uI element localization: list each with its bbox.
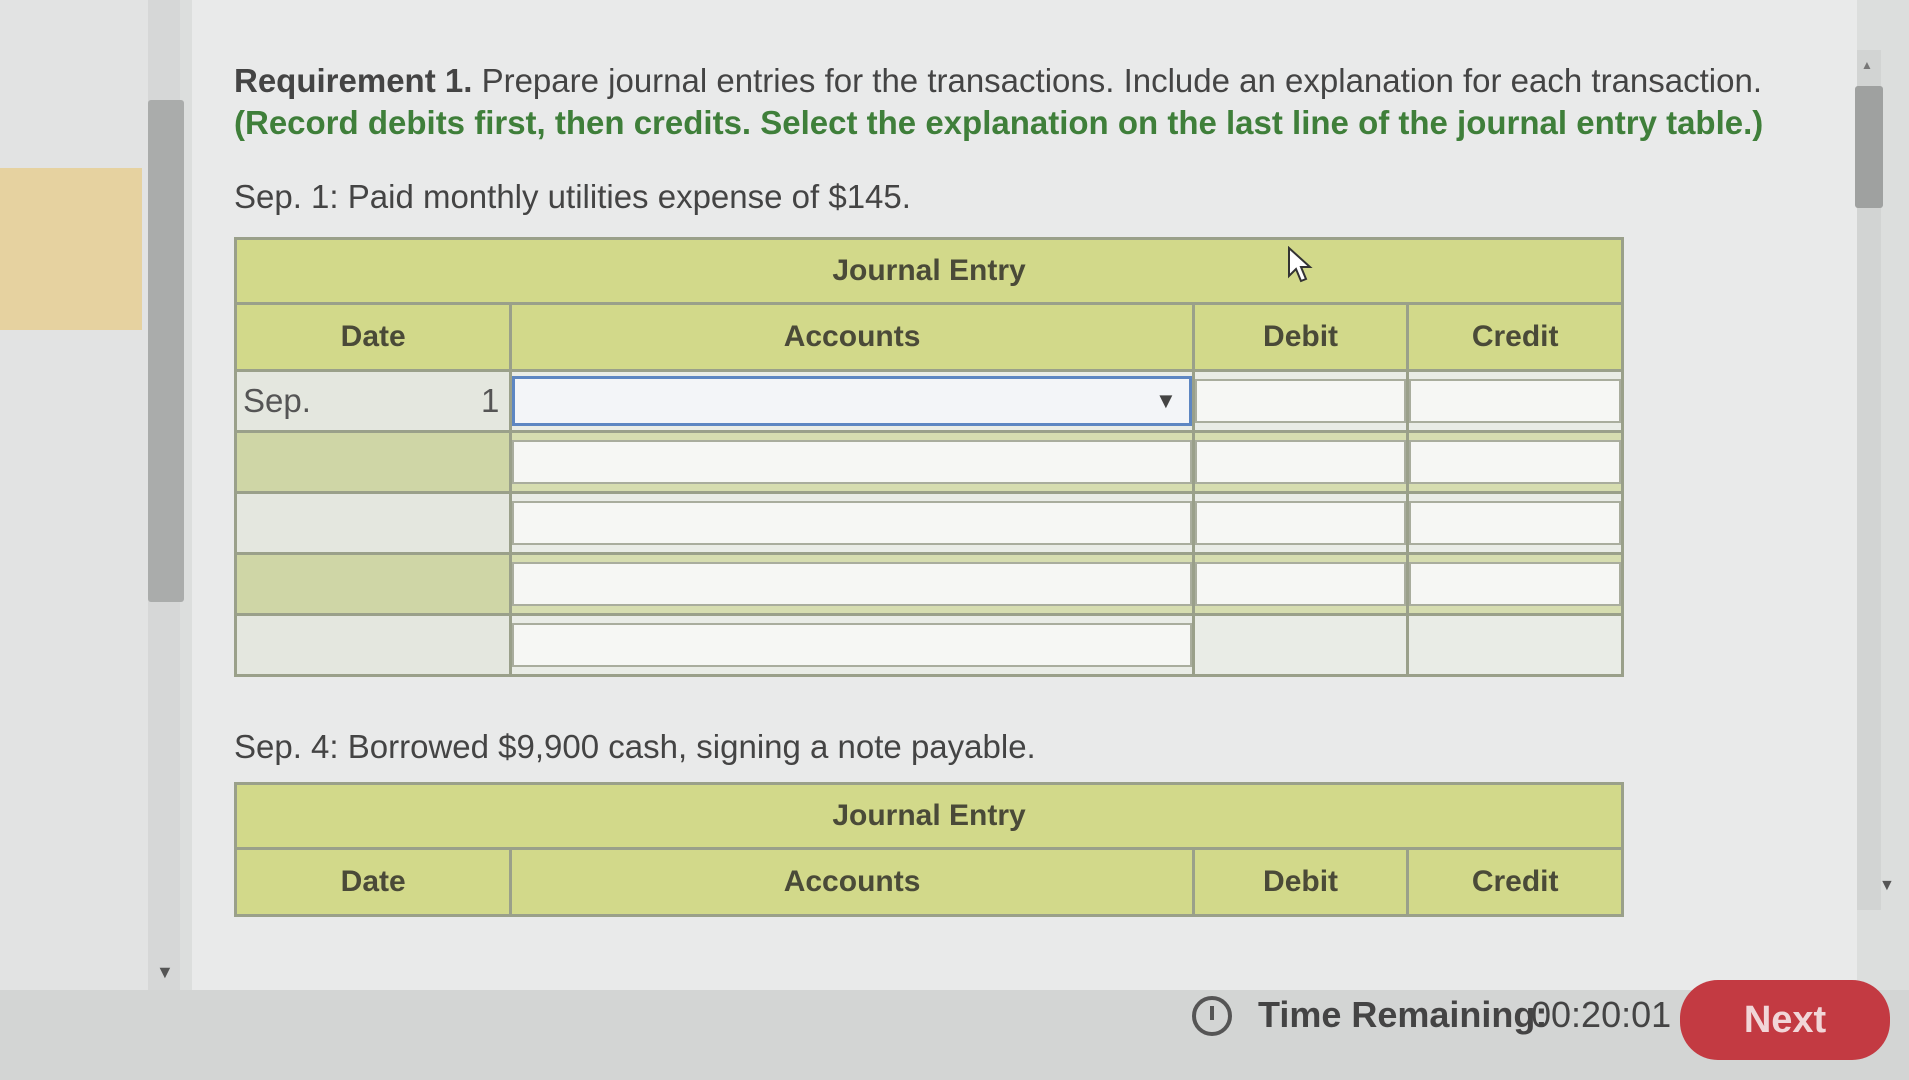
- date-header: Date: [233, 302, 513, 372]
- debit-input[interactable]: [1194, 562, 1407, 606]
- left-highlight: [0, 168, 142, 330]
- empty-cell: [1406, 613, 1624, 677]
- date-cell: [233, 491, 513, 555]
- credit-input[interactable]: [1409, 562, 1621, 606]
- accounts-header: Accounts: [509, 847, 1195, 917]
- next-button[interactable]: Next: [1680, 980, 1890, 1060]
- scroll-down-icon[interactable]: ▼: [156, 962, 174, 983]
- table-row: [233, 491, 1624, 555]
- debit-input[interactable]: [1194, 501, 1407, 545]
- left-gutter: [0, 0, 148, 1000]
- credit-header: Credit: [1406, 302, 1624, 372]
- requirement-instruction: (Record debits first, then credits. Sele…: [234, 104, 1764, 141]
- transaction-prompt: Sep. 4: Borrowed $9,900 cash, signing a …: [234, 728, 1036, 765]
- debit-header: Debit: [1191, 847, 1410, 917]
- time-remaining-value: 00:20:01: [1531, 994, 1672, 1035]
- date-month: Sep.: [243, 382, 311, 419]
- date-cell: [233, 613, 513, 677]
- table-row: [233, 430, 1624, 494]
- requirement-text: Requirement 1. Prepare journal entries f…: [234, 60, 1824, 144]
- credit-input[interactable]: [1409, 440, 1621, 484]
- explanation-input[interactable]: [512, 623, 1192, 667]
- credit-header: Credit: [1406, 847, 1624, 917]
- debit-header: Debit: [1191, 302, 1410, 372]
- account-input[interactable]: [512, 501, 1192, 545]
- date-cell: Sep. 1: [233, 369, 513, 433]
- journal-entry-table: Journal Entry Date Accounts Debit Credit: [233, 782, 1624, 917]
- date-cell: [233, 552, 513, 616]
- journal-entry-table: Journal Entry Date Accounts Debit Credit…: [233, 237, 1624, 677]
- table-row: [233, 552, 1624, 616]
- accounts-header: Accounts: [509, 302, 1195, 372]
- journal-entry-title: Journal Entry: [234, 237, 1624, 305]
- account-input[interactable]: [512, 440, 1192, 484]
- left-scrollbar-thumb[interactable]: [148, 100, 184, 602]
- debit-input[interactable]: [1194, 440, 1407, 484]
- table-row: Sep. 1 ▼: [233, 369, 1624, 433]
- account-input[interactable]: [512, 562, 1192, 606]
- credit-input[interactable]: [1409, 379, 1621, 423]
- date-cell: [233, 430, 513, 494]
- right-scrollbar-thumb[interactable]: [1855, 86, 1883, 208]
- requirement-body: Prepare journal entries for the transact…: [481, 62, 1763, 99]
- date-day: 1: [481, 382, 500, 419]
- account-cell: ▼: [509, 369, 1195, 433]
- dropdown-arrow-icon[interactable]: ▼: [1155, 388, 1177, 414]
- credit-input[interactable]: [1409, 501, 1621, 545]
- journal-entry-title: Journal Entry: [234, 782, 1624, 850]
- clock-icon: [1192, 996, 1232, 1036]
- time-remaining-label: Time Remaining:: [1258, 994, 1548, 1035]
- requirement-label: Requirement 1.: [234, 62, 473, 99]
- account-select[interactable]: ▼: [512, 376, 1192, 426]
- scroll-up-icon[interactable]: ▲: [1861, 58, 1873, 72]
- mouse-cursor-icon: [1288, 246, 1313, 283]
- empty-cell: [1191, 613, 1410, 677]
- date-header: Date: [233, 847, 513, 917]
- transaction-prompt: Sep. 1: Paid monthly utilities expense o…: [234, 178, 911, 215]
- table-row: [233, 613, 1624, 677]
- scroll-down-icon[interactable]: ▼: [1879, 877, 1895, 895]
- debit-input[interactable]: [1194, 379, 1407, 423]
